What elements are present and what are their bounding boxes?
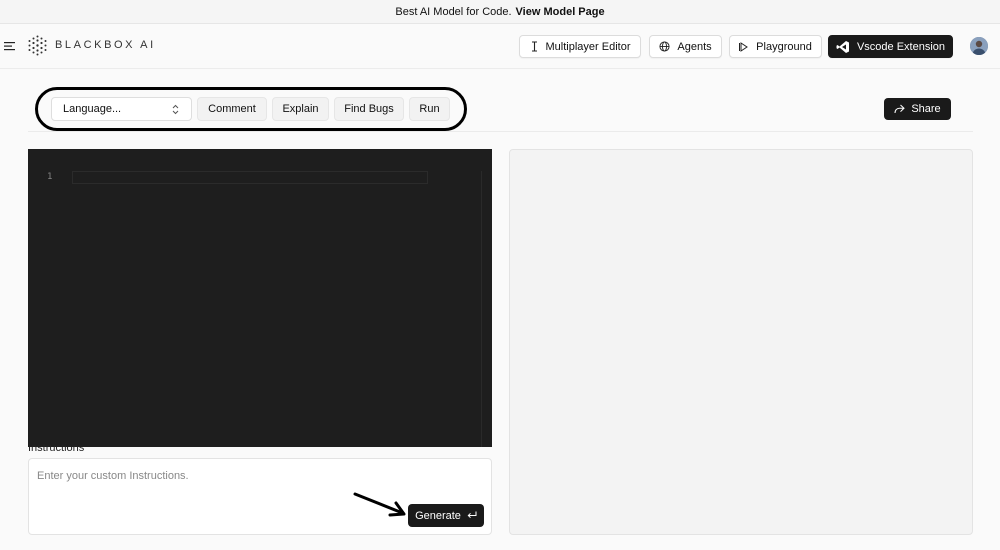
avatar-image: [970, 37, 988, 55]
instructions-box: Generate: [28, 458, 492, 535]
instructions-label: Instructions: [28, 442, 85, 454]
multiplayer-editor-label: Multiplayer Editor: [545, 40, 631, 53]
agents-button[interactable]: Agents: [649, 35, 722, 58]
run-button[interactable]: Run: [409, 97, 450, 121]
language-select-value: Language...: [63, 103, 122, 115]
play-icon: [739, 41, 749, 52]
playground-label: Playground: [756, 40, 812, 53]
text-cursor-icon: [531, 41, 537, 52]
vscode-extension-label: Vscode Extension: [856, 40, 946, 53]
share-button[interactable]: Share: [884, 98, 951, 120]
share-label: Share: [911, 103, 941, 115]
chevron-updown-icon: [172, 104, 179, 115]
menu-icon[interactable]: [4, 40, 16, 52]
playground-button[interactable]: Playground: [729, 35, 822, 58]
toolbar-divider: [28, 131, 973, 132]
agents-label: Agents: [677, 40, 712, 53]
generate-button[interactable]: Generate: [408, 504, 484, 527]
output-panel: [509, 149, 973, 535]
generate-label: Generate: [415, 509, 461, 522]
vscode-extension-button[interactable]: Vscode Extension: [828, 35, 953, 58]
comment-button[interactable]: Comment: [197, 97, 267, 121]
explain-button[interactable]: Explain: [272, 97, 329, 121]
instructions-input[interactable]: [37, 467, 477, 485]
banner-text: Best AI Model for Code.: [395, 5, 512, 18]
globe-icon: [659, 41, 670, 52]
top-navigation: BLACKBOX AI Multiplayer Editor Agents Pl…: [0, 24, 1000, 69]
vscode-icon: [836, 40, 849, 53]
current-line-highlight: [72, 171, 428, 184]
code-editor[interactable]: 1: [28, 149, 492, 447]
multiplayer-editor-button[interactable]: Multiplayer Editor: [519, 35, 641, 58]
announcement-banner: Best AI Model for Code. View Model Page: [0, 0, 1000, 24]
share-arrow-icon: [894, 104, 906, 114]
editor-scrollbar[interactable]: [481, 171, 482, 447]
annotation-arrow-icon: [353, 492, 406, 517]
view-model-page-link[interactable]: View Model Page: [516, 6, 605, 18]
blackbox-logo-icon[interactable]: [27, 35, 48, 56]
enter-return-icon: [467, 511, 477, 519]
language-select[interactable]: Language...: [51, 97, 192, 121]
brand-name: BLACKBOX AI: [55, 39, 156, 51]
find-bugs-button[interactable]: Find Bugs: [334, 97, 404, 121]
user-avatar[interactable]: [970, 37, 988, 55]
line-number: 1: [47, 172, 53, 182]
